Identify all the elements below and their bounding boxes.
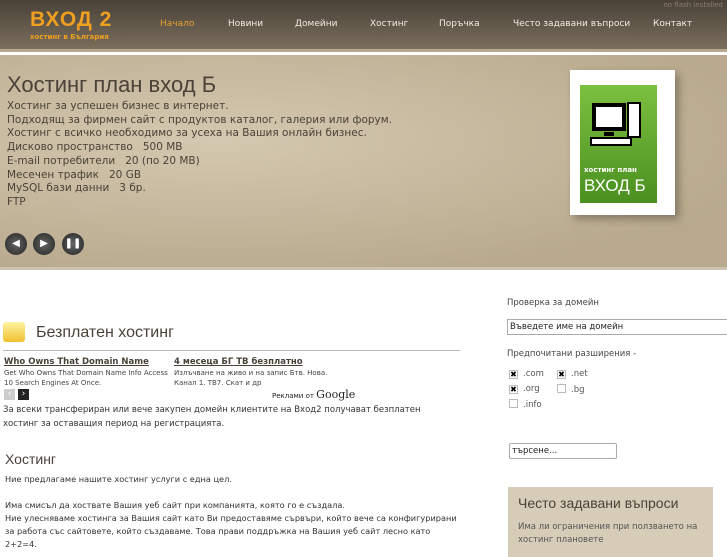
computer-icon [590, 102, 641, 146]
search-input[interactable] [509, 443, 617, 459]
free-hosting-icon [3, 322, 25, 342]
logo-title: ВХОД 2 [30, 8, 113, 31]
chevron-right-icon: › [21, 389, 26, 399]
hero-slider: Хостинг план вход Б Хостинг за успешен б… [0, 55, 727, 270]
hero-line: Хостинг за успешен бизнес в интернет. [7, 100, 229, 112]
checkbox-bg[interactable]: .bg [557, 384, 585, 395]
free-hosting-text: За всеки трансфериран или вече закупен д… [3, 405, 421, 429]
faq-panel: Често задавани въпроси Има ли ограничени… [508, 487, 713, 557]
ad-link[interactable]: Who Owns That Domain Name [4, 357, 169, 367]
checkbox-label: .net [571, 369, 588, 379]
ad-link[interactable]: 4 месеца БГ ТВ безплатно [174, 357, 334, 367]
free-hosting-title: Безплатен хостинг [36, 324, 174, 341]
chevron-left-icon: ‹ [7, 389, 12, 399]
hero-line: MySQL бази данни 3 бр. [7, 182, 146, 195]
checkbox-checked-icon: ✖ [509, 385, 518, 394]
ads-prev-button[interactable]: ‹ [4, 389, 15, 400]
checkbox-checked-icon: ✖ [509, 370, 518, 379]
nav-order[interactable]: Поръчка [439, 19, 480, 29]
header: ВХОД 2 хостинг в България no flash insta… [0, 0, 727, 52]
checkbox-org[interactable]: ✖ .org [509, 384, 540, 394]
next-icon: ▶ [40, 238, 48, 249]
nav-home[interactable]: Начало [160, 19, 194, 29]
faq-question-link[interactable]: Има ли ограничения при ползването на хос… [518, 521, 703, 547]
hero-title: Хостинг план вход Б [7, 72, 217, 97]
box-title: ВХОД Б [584, 176, 646, 195]
extensions-label: Предпочитани разширения - [507, 349, 637, 359]
divider [3, 350, 460, 351]
domain-input[interactable] [507, 319, 727, 335]
checkbox-unchecked-icon [509, 399, 518, 408]
checkbox-unchecked-icon [557, 384, 566, 393]
checkbox-checked-icon: ✖ [557, 370, 566, 379]
checkbox-info[interactable]: .info [509, 399, 542, 410]
pause-slide-button[interactable]: ❚❚ [62, 233, 84, 255]
checkbox-label: .org [523, 384, 540, 394]
hosting-title: Хостинг [5, 451, 57, 467]
ad-item: 4 месеца БГ ТВ безплатно Излъчване на жи… [174, 357, 334, 388]
google-logo: Google [316, 388, 356, 401]
nav-contact[interactable]: Контакт [653, 19, 692, 29]
hero-line: Хостинг с всичко необходимо за усеха на … [7, 127, 367, 140]
checkbox-label: .info [523, 400, 542, 410]
paragraph: Ние предлагаме нашите хостинг услуги с е… [5, 474, 232, 484]
next-slide-button[interactable]: ▶ [33, 233, 55, 255]
previous-icon: ◀ [12, 238, 20, 249]
box-subtitle: хостинг план [584, 166, 637, 174]
hero-line: Дисково пространство 500 MB [7, 141, 183, 154]
domain-check-label: Проверка за домейн [507, 298, 599, 308]
hero-line: FTP [7, 195, 26, 208]
logo[interactable]: ВХОД 2 хостинг в България [30, 8, 112, 41]
no-flash-notice: no flash installed [663, 1, 723, 9]
faq-title: Често задавани въпроси [518, 495, 679, 511]
ad-text: Get Who Owns That Domain Name Info Acces… [4, 369, 168, 387]
checkbox-com[interactable]: ✖ .com [509, 369, 544, 379]
nav-news[interactable]: Новини [228, 19, 263, 29]
hero-line: E-mail потребители 20 (по 20 MB) [7, 154, 200, 167]
ad-item: Who Owns That Domain Name Get Who Owns T… [4, 357, 169, 388]
ad-text: Излъчване на живо и на запис Бтв. Нова. … [174, 369, 328, 387]
hero-description: Хостинг за успешен бизнес в интернет. По… [7, 100, 392, 210]
hero-line: Подходящ за фирмен сайт с продуктов ката… [7, 113, 393, 126]
logo-subtitle: хостинг в България [30, 33, 109, 41]
paragraph: Ние улесняваме хостинга за Вашия сайт ка… [5, 513, 457, 549]
nav-hosting[interactable]: Хостинг [370, 19, 408, 29]
ads-by-label: Реклами от [272, 392, 314, 400]
hosting-plan-box-image: хостинг план ВХОД Б [570, 70, 675, 215]
paragraph: Има смисъл да хоствате Вашия уеб сайт пр… [5, 500, 345, 510]
ads-by-google[interactable]: Реклами от Google [272, 388, 355, 401]
nav-domains[interactable]: Домейни [295, 19, 337, 29]
checkbox-label: .com [523, 369, 544, 379]
nav-faq[interactable]: Често задавани въпроси [513, 19, 630, 29]
pause-icon: ❚❚ [64, 238, 82, 249]
checkbox-label: .bg [571, 385, 585, 395]
checkbox-net[interactable]: ✖ .net [557, 369, 588, 379]
ads-next-button[interactable]: › [18, 389, 29, 400]
prev-slide-button[interactable]: ◀ [5, 233, 27, 255]
hero-line: Месечен трафик 20 GB [7, 168, 142, 181]
hosting-text: Ние предлагаме нашите хостинг услуги с е… [5, 473, 460, 551]
